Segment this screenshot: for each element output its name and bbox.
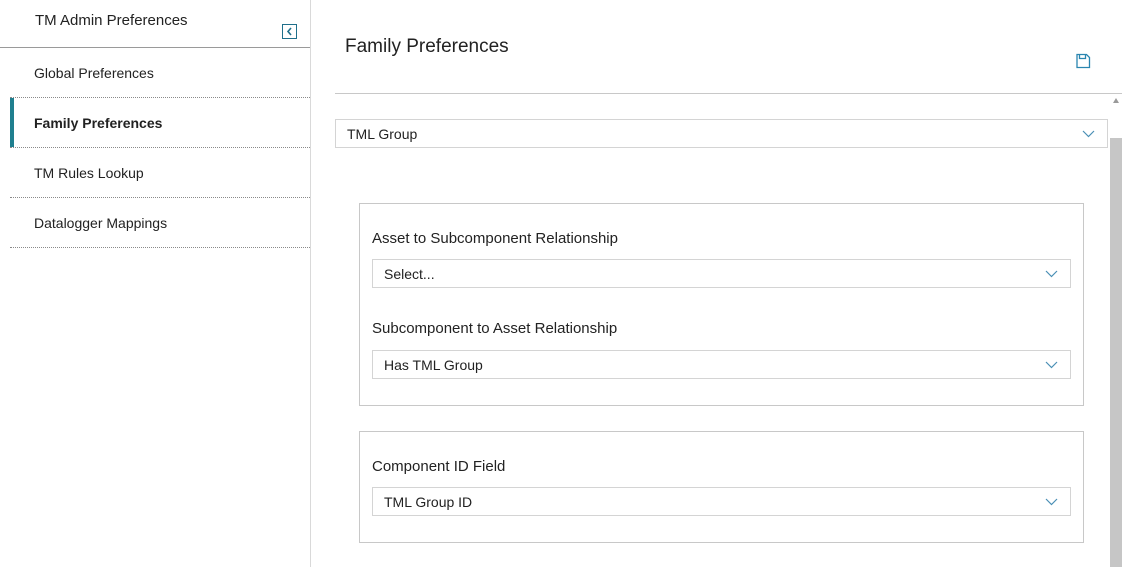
family-select-value: TML Group	[347, 126, 418, 142]
sidebar-title: TM Admin Preferences	[35, 12, 188, 29]
chevron-down-icon	[1045, 498, 1058, 506]
chevron-down-icon	[1045, 361, 1058, 369]
title-divider	[335, 93, 1122, 94]
sidebar: TM Admin Preferences Global Preferences …	[0, 0, 310, 567]
scroll-up-icon[interactable]	[1113, 98, 1119, 103]
sidebar-item-tm-rules-lookup[interactable]: TM Rules Lookup	[10, 148, 310, 198]
scrollbar-thumb[interactable]	[1110, 138, 1122, 567]
sidebar-header: TM Admin Preferences	[0, 0, 310, 48]
asset-to-subcomponent-select[interactable]: Select...	[372, 259, 1071, 288]
relationships-card: Asset to Subcomponent Relationship Selec…	[359, 203, 1084, 406]
sidebar-item-datalogger-mappings[interactable]: Datalogger Mappings	[10, 198, 310, 248]
sidebar-nav: Global Preferences Family Preferences TM…	[10, 48, 310, 248]
sidebar-item-label: Family Preferences	[34, 115, 163, 131]
save-button[interactable]	[1074, 52, 1092, 70]
sidebar-item-family-preferences[interactable]: Family Preferences	[10, 98, 310, 148]
collapse-sidebar-button[interactable]	[282, 24, 297, 39]
asset-to-subcomponent-label: Asset to Subcomponent Relationship	[372, 230, 618, 247]
subcomponent-to-asset-select[interactable]: Has TML Group	[372, 350, 1071, 379]
subcomponent-to-asset-value: Has TML Group	[384, 357, 483, 373]
component-id-field-label: Component ID Field	[372, 458, 506, 475]
save-icon	[1076, 53, 1091, 69]
component-id-field-value: TML Group ID	[384, 494, 473, 510]
page-title: Family Preferences	[345, 36, 509, 57]
family-select[interactable]: TML Group	[335, 119, 1108, 148]
component-id-field-select[interactable]: TML Group ID	[372, 487, 1071, 516]
sidebar-item-label: Datalogger Mappings	[34, 215, 168, 231]
component-card: Component ID Field TML Group ID	[359, 431, 1084, 543]
sidebar-item-global-preferences[interactable]: Global Preferences	[10, 48, 310, 98]
chevron-down-icon	[1082, 130, 1095, 138]
subcomponent-to-asset-label: Subcomponent to Asset Relationship	[372, 320, 618, 337]
asset-to-subcomponent-value: Select...	[384, 266, 435, 282]
main-panel: Family Preferences TML Group Asset to Su…	[311, 0, 1122, 567]
chevron-left-icon	[286, 27, 292, 36]
chevron-down-icon	[1045, 270, 1058, 278]
scrollbar[interactable]	[1110, 96, 1122, 567]
sidebar-item-label: Global Preferences	[34, 65, 154, 81]
sidebar-item-label: TM Rules Lookup	[34, 165, 144, 181]
